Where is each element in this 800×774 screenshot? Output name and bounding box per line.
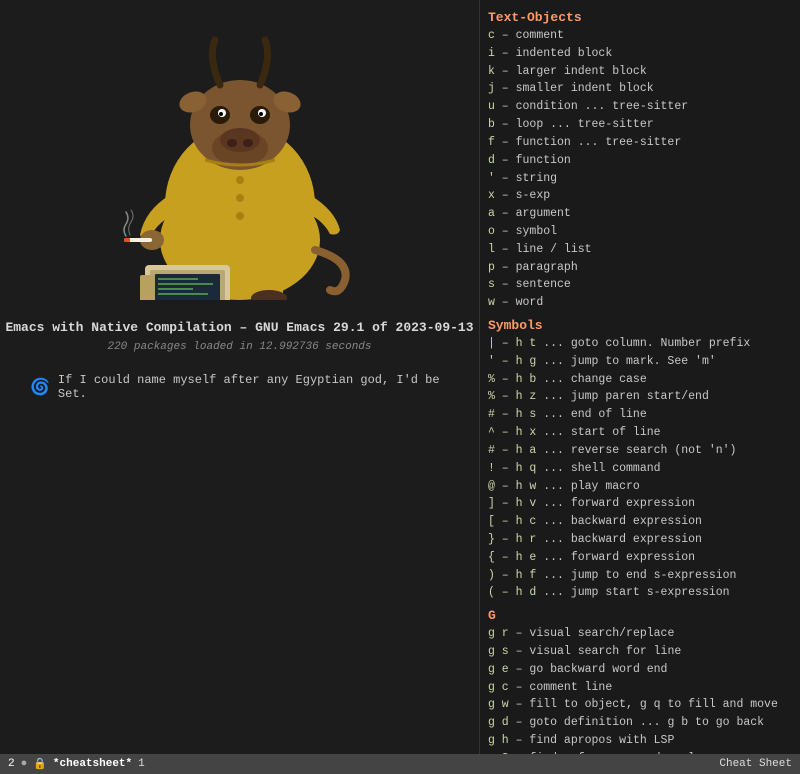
packages-info: 220 packages loaded in 12.992736 seconds: [107, 341, 371, 353]
key-item: g r – visual search/replace: [488, 625, 792, 643]
key: ' – h g: [488, 355, 536, 368]
key: l: [488, 243, 495, 256]
status-file: *cheatsheet*: [53, 758, 132, 770]
key: a: [488, 207, 495, 220]
key-item: a – argument: [488, 205, 792, 223]
key: d: [488, 154, 495, 167]
key-item: d – function: [488, 152, 792, 170]
key-item: b – loop ... tree-sitter: [488, 116, 792, 134]
key-item: } – h r ... backward expression: [488, 531, 792, 549]
key: k: [488, 65, 495, 78]
status-bar: 2 ● 🔒 *cheatsheet* 1 Cheat Sheet: [0, 754, 800, 774]
key: g e: [488, 663, 509, 676]
key-item: g s – visual search for line: [488, 643, 792, 661]
key: ^ – h x: [488, 426, 536, 439]
key: } – h r: [488, 533, 536, 546]
key-item: f – function ... tree-sitter: [488, 134, 792, 152]
quote-text: If I could name myself after any Egyptia…: [58, 373, 449, 401]
key: [ – h c: [488, 515, 536, 528]
left-panel: Emacs with Native Compilation – GNU Emac…: [0, 0, 480, 774]
status-lock: 🔒: [33, 757, 47, 771]
key-item: k – larger indent block: [488, 63, 792, 81]
key-item: ] – h v ... forward expression: [488, 495, 792, 513]
quote-icon: 🌀: [30, 377, 50, 397]
section-title-text-objects: Text-Objects: [488, 10, 792, 25]
key-item: ( – h d ... jump start s-expression: [488, 584, 792, 602]
status-page: 1: [138, 758, 145, 770]
key-item: x – s-exp: [488, 187, 792, 205]
key: g r: [488, 627, 509, 640]
key: ! – h q: [488, 462, 536, 475]
key-item: % – h b ... change case: [488, 371, 792, 389]
key: w: [488, 296, 495, 309]
key: x: [488, 189, 495, 202]
key-item: ^ – h x ... start of line: [488, 424, 792, 442]
key-item: i – indented block: [488, 45, 792, 63]
key-item: u – condition ... tree-sitter: [488, 98, 792, 116]
key: ) – h f: [488, 569, 536, 582]
key: f: [488, 136, 495, 149]
key-item: g h – find apropos with LSP: [488, 732, 792, 750]
key-item: ! – h q ... shell command: [488, 460, 792, 478]
key: ': [488, 172, 495, 185]
key-item: s – sentence: [488, 276, 792, 294]
key: ( – h d: [488, 586, 536, 599]
key: g c: [488, 681, 509, 694]
key-item: w – word: [488, 294, 792, 312]
key: b: [488, 118, 495, 131]
key-item: ) – h f ... jump to end s-expression: [488, 567, 792, 585]
key-item: ' – string: [488, 170, 792, 188]
key: { – h e: [488, 551, 536, 564]
key-item: { – h e ... forward expression: [488, 549, 792, 567]
key-item: ' – h g ... jump to mark. See 'm': [488, 353, 792, 371]
key: s: [488, 278, 495, 291]
key-item: @ – h w ... play macro: [488, 478, 792, 496]
key: # – h a: [488, 444, 536, 457]
key-item: o – symbol: [488, 223, 792, 241]
key: # – h s: [488, 408, 536, 421]
gnu-mascot: [80, 20, 400, 300]
key-item: c – comment: [488, 27, 792, 45]
key-item: g d – goto definition ... g b to go back: [488, 714, 792, 732]
key: u: [488, 100, 495, 113]
key-item: [ – h c ... backward expression: [488, 513, 792, 531]
key-item: # – h s ... end of line: [488, 406, 792, 424]
key: g h: [488, 734, 509, 747]
key: % – h z: [488, 390, 536, 403]
key-item: p – paragraph: [488, 259, 792, 277]
section-title-symbols: Symbols: [488, 318, 792, 333]
key: j: [488, 82, 495, 95]
key-item: j – smaller indent block: [488, 80, 792, 98]
key: o: [488, 225, 495, 238]
key: c: [488, 29, 495, 42]
key-item: % – h z ... jump paren start/end: [488, 388, 792, 406]
key-item: | – h t ... goto column. Number prefix: [488, 335, 792, 353]
key: i: [488, 47, 495, 60]
quote-line: 🌀 If I could name myself after any Egypt…: [0, 373, 479, 401]
status-cheatsheet: Cheat Sheet: [719, 758, 792, 770]
key-item: g c – comment line: [488, 679, 792, 697]
key: g d: [488, 716, 509, 729]
key-item: # – h a ... reverse search (not 'n'): [488, 442, 792, 460]
right-panel[interactable]: Text-Objects c – commenti – indented bloc…: [480, 0, 800, 754]
section-title-g: G: [488, 608, 792, 623]
emacs-title: Emacs with Native Compilation – GNU Emac…: [5, 320, 473, 335]
key-item: g e – go backward word end: [488, 661, 792, 679]
key: % – h b: [488, 373, 536, 386]
key-item: l – line / list: [488, 241, 792, 259]
key-item: g w – fill to object, g q to fill and mo…: [488, 696, 792, 714]
key: p: [488, 261, 495, 274]
key: | – h t: [488, 337, 536, 350]
key: g w: [488, 698, 509, 711]
key: g s: [488, 645, 509, 658]
key: @ – h w: [488, 480, 536, 493]
status-dot: ●: [21, 758, 28, 770]
status-num: 2: [8, 758, 15, 770]
key: ] – h v: [488, 497, 536, 510]
